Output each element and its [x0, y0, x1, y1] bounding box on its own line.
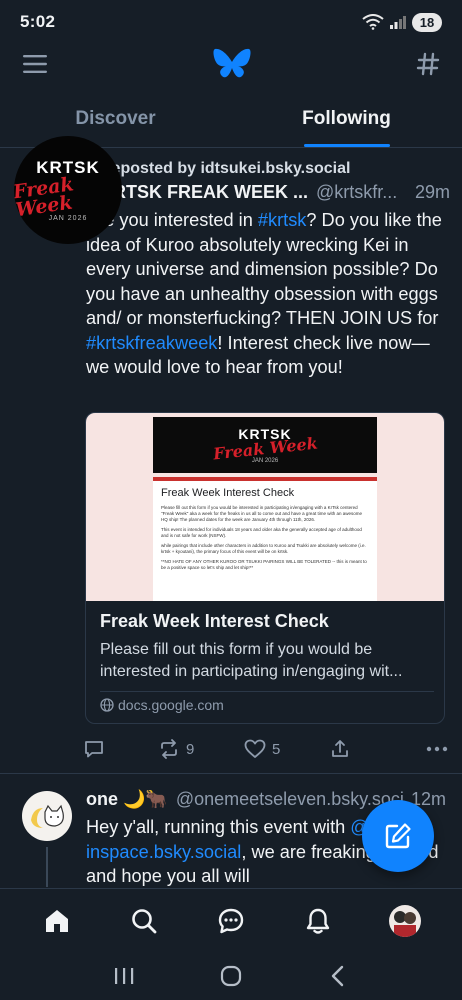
wifi-icon: [362, 14, 384, 30]
tab-following[interactable]: Following: [231, 96, 462, 147]
link-card-domain: docs.google.com: [100, 697, 224, 713]
status-icons: 18: [362, 12, 442, 32]
post-time: 29m: [414, 182, 450, 202]
ellipsis-icon: [426, 746, 448, 752]
nav-search[interactable]: [120, 897, 168, 945]
form-preview-card: Freak Week Interest Check Please fill ou…: [153, 477, 377, 601]
system-navigation-bar: [0, 952, 462, 1000]
author-name[interactable]: KRTSK FREAK WEEK ...: [100, 182, 308, 203]
author-name[interactable]: one 🌙🐂: [86, 789, 168, 810]
share-icon: [332, 740, 348, 757]
compose-icon: [385, 823, 411, 849]
post-author-line: KRTSK FREAK WEEK ... @krtskfr... 29m: [100, 182, 450, 203]
link-card-title: Freak Week Interest Check: [100, 611, 329, 631]
post-actions: 9 5: [84, 736, 448, 762]
nav-notifications[interactable]: [294, 897, 342, 945]
recent-apps-icon: [114, 968, 133, 984]
menu-icon[interactable]: [22, 53, 48, 75]
form-title: Freak Week Interest Check: [161, 487, 295, 499]
post-text: Are you interested in #krtsk? Do you lik…: [86, 208, 450, 380]
link-card-domain-text: docs.google.com: [118, 697, 224, 713]
form-paragraph: while pairings that include other charac…: [161, 543, 366, 554]
butterfly-logo-icon[interactable]: [213, 47, 251, 81]
status-bar: 5:02 18: [0, 0, 462, 44]
profile-avatar: [388, 904, 421, 937]
compose-button[interactable]: [362, 800, 434, 872]
battery-badge: 18: [412, 12, 442, 32]
feed-post[interactable]: Reposted by idtsukei.bsky.social KRTSK F…: [0, 136, 462, 774]
more-options-button[interactable]: [426, 746, 448, 752]
repost-button[interactable]: 9: [158, 739, 244, 759]
chat-bubble-icon: [218, 908, 244, 933]
bottom-navigation: [0, 888, 462, 952]
form-paragraph: Please fill out this form if you would b…: [161, 505, 362, 522]
home-circle-icon: [220, 965, 242, 987]
banner-text-freak-week: Freak Week: [211, 433, 319, 463]
signal-icon: [390, 16, 406, 29]
avatar[interactable]: [22, 791, 72, 841]
form-paragraph: **NO HATE OF ANY OTHER KUROO OR TSUKKI P…: [161, 559, 367, 570]
link-card-divider: [100, 691, 434, 692]
reply-button[interactable]: [84, 739, 158, 759]
bell-icon: [306, 908, 329, 934]
link-card-description: Please fill out this form if you would b…: [100, 641, 403, 680]
hashtag-link[interactable]: #krtsk: [258, 210, 307, 230]
heart-icon: [244, 739, 266, 758]
like-button[interactable]: 5: [244, 739, 330, 759]
avatar[interactable]: KRTSK Freak Week JAN 2026: [14, 136, 122, 244]
repost-icon: [161, 739, 177, 759]
author-handle[interactable]: @onemeetseleven.bsky.social: [176, 789, 405, 810]
repost-indicator[interactable]: Reposted by idtsukei.bsky.social: [100, 160, 350, 178]
recent-apps-button[interactable]: [104, 956, 144, 996]
back-button[interactable]: [318, 956, 358, 996]
nav-chat[interactable]: [207, 897, 255, 945]
like-count: 5: [272, 740, 281, 758]
link-card-thumbnail: KRTSK Freak Week JAN 2026 Freak Week Int…: [86, 413, 444, 601]
hashtag-feeds-icon[interactable]: [416, 52, 440, 76]
author-handle[interactable]: @krtskfr...: [316, 182, 397, 203]
repost-count: 9: [186, 740, 195, 758]
top-bar: [0, 44, 462, 84]
form-paragraph: This event is intended for individuals 1…: [161, 527, 362, 538]
nav-profile[interactable]: [381, 897, 429, 945]
status-time: 5:02: [20, 12, 56, 31]
reply-icon: [85, 741, 103, 758]
tab-discover[interactable]: Discover: [0, 96, 231, 147]
post-text-part: Hey y'all, running this event with: [86, 817, 351, 837]
cat-moon-avatar-icon: [31, 804, 64, 828]
nav-home[interactable]: [33, 897, 81, 945]
back-chevron-icon: [332, 965, 344, 987]
avatar-text-freak-week: Freak Week: [14, 172, 75, 221]
link-card[interactable]: KRTSK Freak Week JAN 2026 Freak Week Int…: [85, 412, 445, 724]
thread-line: [46, 847, 48, 887]
share-button[interactable]: [330, 739, 404, 759]
home-system-button[interactable]: [211, 956, 251, 996]
home-icon: [46, 909, 69, 932]
form-header-banner: KRTSK Freak Week JAN 2026: [153, 417, 377, 473]
hashtag-link[interactable]: #krtskfreakweek: [86, 333, 217, 353]
globe-icon: [100, 698, 114, 712]
profile-avatar-icon: [393, 910, 416, 937]
search-icon: [132, 908, 157, 933]
